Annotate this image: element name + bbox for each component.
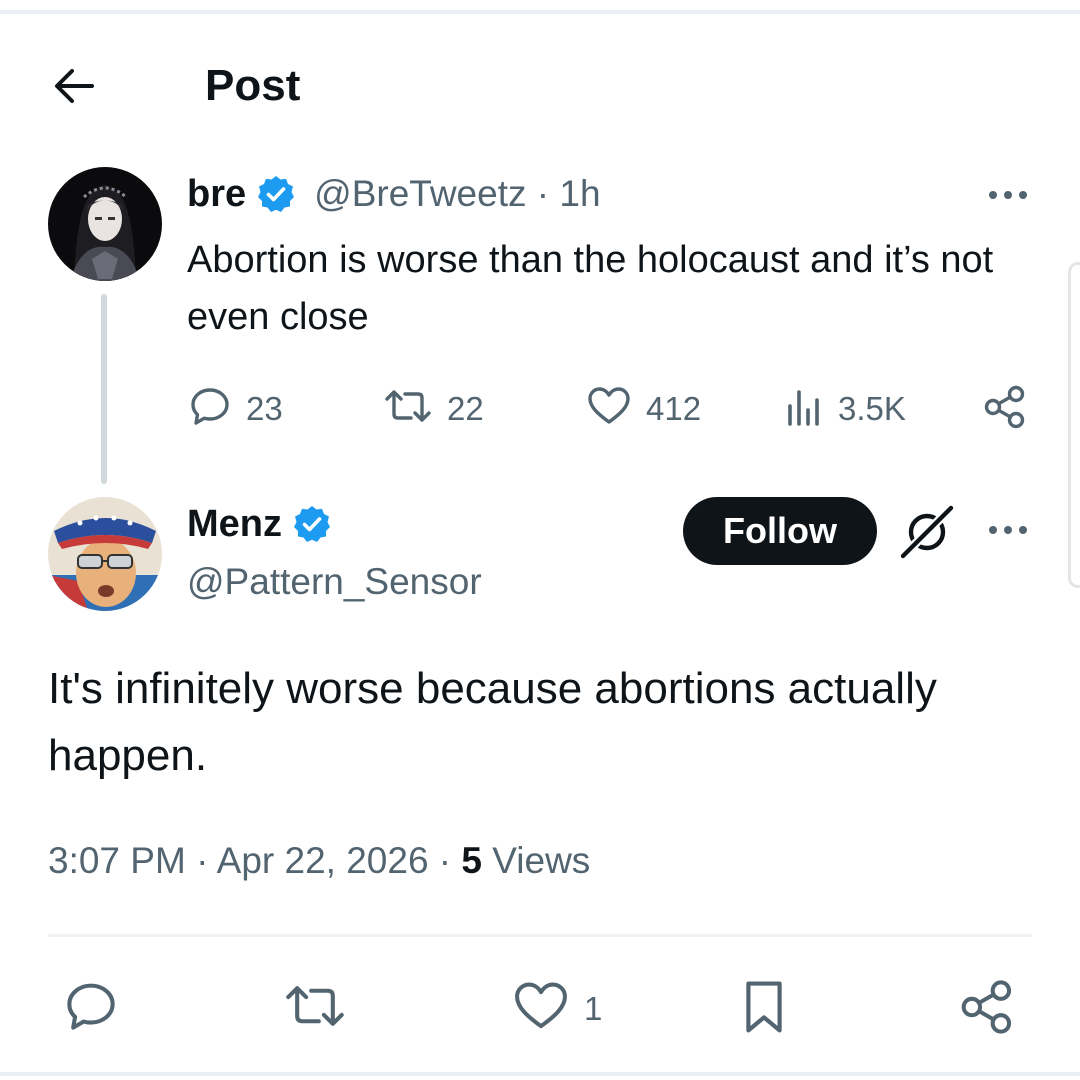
reply-button[interactable] — [63, 978, 119, 1039]
views-count: 3.5K — [838, 389, 906, 427]
reply-icon — [188, 384, 232, 433]
scroll-handle[interactable] — [1068, 262, 1080, 588]
verified-badge-icon[interactable] — [256, 174, 296, 214]
more-options-icon[interactable] — [985, 520, 1031, 540]
like-count: 1 — [584, 989, 603, 1027]
reply-button[interactable]: 23 — [188, 384, 283, 433]
post-time[interactable]: 1h — [559, 172, 600, 216]
views-button[interactable]: 3.5K — [784, 384, 906, 433]
avatar[interactable] — [48, 497, 162, 611]
repost-count: 22 — [447, 389, 484, 427]
heart-icon — [586, 384, 632, 433]
post-text: It's infinitely worse because abortions … — [48, 664, 937, 780]
more-options-icon[interactable] — [985, 185, 1031, 205]
top-divider — [0, 10, 1080, 14]
author-row: bre @BreTweetz · 1h — [187, 172, 601, 216]
share-button[interactable] — [982, 384, 1028, 435]
author-handle[interactable]: @BreTweetz — [314, 172, 526, 216]
bookmark-icon — [738, 978, 790, 1041]
author-name[interactable]: bre — [187, 172, 246, 216]
views-count[interactable]: 5 — [461, 840, 482, 881]
reply-icon — [63, 978, 119, 1039]
divider — [48, 934, 1032, 937]
thread-connector — [101, 294, 107, 484]
meta-separator: · — [185, 840, 217, 881]
avatar[interactable] — [48, 167, 162, 281]
meta-separator: · — [428, 840, 462, 881]
repost-icon — [283, 978, 347, 1039]
post-date[interactable]: Apr 22, 2026 — [217, 840, 429, 881]
reply-count: 23 — [246, 389, 283, 427]
author-handle[interactable]: @Pattern_Sensor — [187, 560, 482, 604]
repost-button[interactable] — [283, 978, 347, 1039]
like-count: 412 — [646, 389, 702, 427]
share-icon — [982, 384, 1028, 435]
heart-icon — [512, 978, 570, 1039]
repost-button[interactable]: 22 — [383, 384, 484, 433]
bookmark-button[interactable] — [738, 978, 790, 1041]
back-arrow-icon[interactable] — [48, 60, 100, 112]
grok-icon[interactable] — [897, 502, 957, 562]
post-time[interactable]: 3:07 PM — [48, 840, 186, 881]
share-button[interactable] — [958, 978, 1016, 1041]
post-text: Abortion is worse than the holocaust and… — [187, 239, 994, 338]
like-button[interactable]: 1 — [512, 978, 602, 1039]
time-separator: · — [526, 173, 560, 214]
post-metadata: 3:07 PM · Apr 22, 2026 · 5 Views — [48, 838, 590, 884]
views-label: Views — [492, 840, 591, 881]
share-icon — [958, 978, 1016, 1041]
author-name[interactable]: Menz — [187, 502, 282, 546]
bottom-divider — [0, 1072, 1080, 1076]
like-button[interactable]: 412 — [586, 384, 701, 433]
page-title: Post — [205, 61, 301, 110]
verified-badge-icon[interactable] — [292, 504, 332, 544]
analytics-icon — [784, 384, 824, 433]
follow-button[interactable]: Follow — [683, 497, 877, 565]
author-row: Menz — [187, 502, 332, 546]
repost-icon — [383, 384, 433, 433]
